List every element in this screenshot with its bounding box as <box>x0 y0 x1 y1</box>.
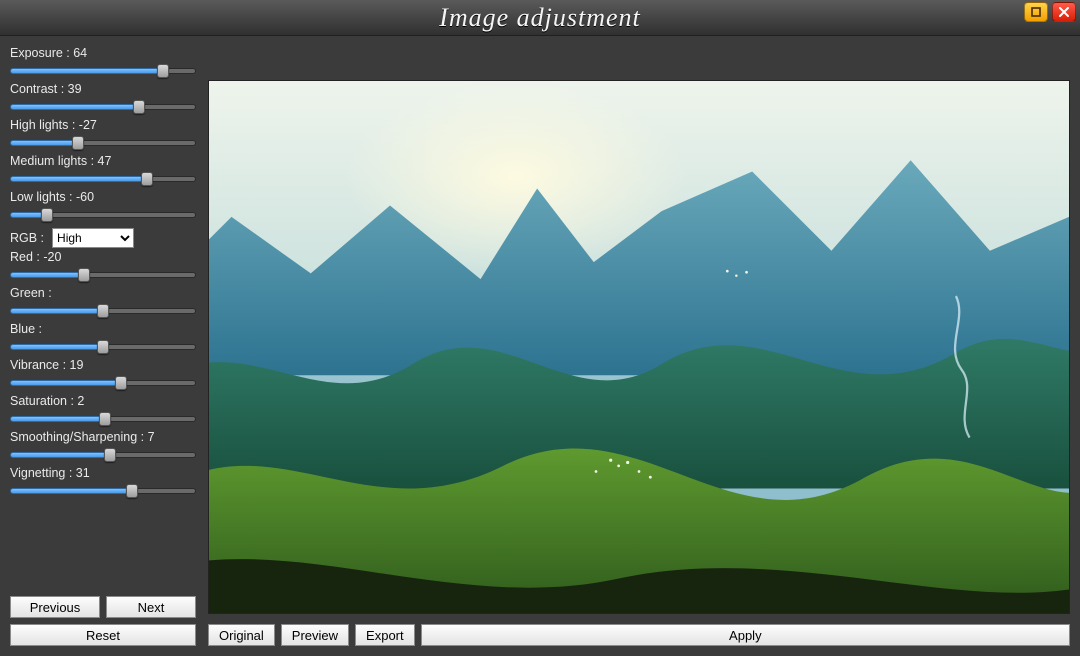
vignetting-slider[interactable] <box>10 482 196 500</box>
contrast-slider[interactable] <box>10 98 196 116</box>
export-button[interactable]: Export <box>355 624 415 646</box>
vignetting-row: Vignetting : 31 <box>10 466 196 500</box>
contrast-label: Contrast : 39 <box>10 82 196 96</box>
exposure-row: Exposure : 64 <box>10 46 196 80</box>
contrast-row: Contrast : 39 <box>10 82 196 116</box>
minimize-button[interactable] <box>1024 2 1048 22</box>
close-button[interactable] <box>1052 2 1076 22</box>
rgb-select[interactable]: HighMediumLow <box>52 228 134 248</box>
lowlights-label: Low lights : -60 <box>10 190 196 204</box>
reset-button[interactable]: Reset <box>10 624 196 646</box>
titlebar: Image adjustment <box>0 0 1080 36</box>
previous-button[interactable]: Previous <box>10 596 100 618</box>
red-row: Red : -20 <box>10 250 196 284</box>
lowlights-slider[interactable] <box>10 206 196 224</box>
green-label: Green : <box>10 286 196 300</box>
red-slider[interactable] <box>10 266 196 284</box>
window-title: Image adjustment <box>439 3 641 33</box>
next-button[interactable]: Next <box>106 596 196 618</box>
midlights-label: Medium lights : 47 <box>10 154 196 168</box>
vignetting-label: Vignetting : 31 <box>10 466 196 480</box>
original-button[interactable]: Original <box>208 624 275 646</box>
preview-button[interactable]: Preview <box>281 624 349 646</box>
midlights-row: Medium lights : 47 <box>10 154 196 188</box>
lowlights-row: Low lights : -60 <box>10 190 196 224</box>
green-slider[interactable] <box>10 302 196 320</box>
vibrance-label: Vibrance : 19 <box>10 358 196 372</box>
smoothing-label: Smoothing/Sharpening : 7 <box>10 430 196 444</box>
green-row: Green : <box>10 286 196 320</box>
blue-slider[interactable] <box>10 338 196 356</box>
image-preview <box>208 80 1070 614</box>
vibrance-row: Vibrance : 19 <box>10 358 196 392</box>
rgb-row: RGB : HighMediumLow <box>10 228 196 248</box>
exposure-label: Exposure : 64 <box>10 46 196 60</box>
rgb-label: RGB : <box>10 231 44 245</box>
apply-button[interactable]: Apply <box>421 624 1070 646</box>
highlights-row: High lights : -27 <box>10 118 196 152</box>
smoothing-row: Smoothing/Sharpening : 7 <box>10 430 196 464</box>
exposure-slider[interactable] <box>10 62 196 80</box>
blue-label: Blue : <box>10 322 196 336</box>
controls-sidebar: Exposure : 64 Contrast : 39 High lights : … <box>10 46 196 646</box>
blue-row: Blue : <box>10 322 196 356</box>
red-label: Red : -20 <box>10 250 196 264</box>
saturation-slider[interactable] <box>10 410 196 428</box>
window-buttons <box>1024 2 1076 22</box>
highlights-label: High lights : -27 <box>10 118 196 132</box>
saturation-row: Saturation : 2 <box>10 394 196 428</box>
vibrance-slider[interactable] <box>10 374 196 392</box>
bottom-toolbar: Original Preview Export Apply <box>208 624 1070 646</box>
highlights-slider[interactable] <box>10 134 196 152</box>
smoothing-slider[interactable] <box>10 446 196 464</box>
midlights-slider[interactable] <box>10 170 196 188</box>
saturation-label: Saturation : 2 <box>10 394 196 408</box>
